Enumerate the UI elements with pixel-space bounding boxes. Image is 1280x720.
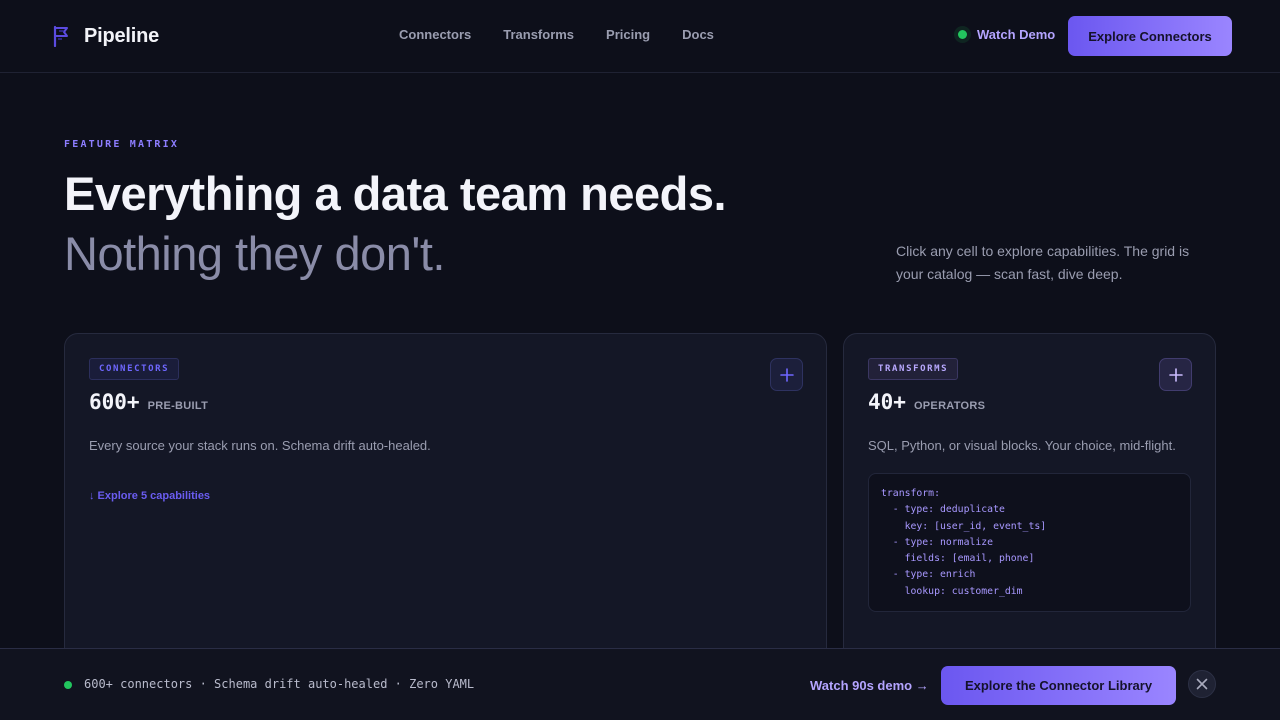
close-icon — [1196, 678, 1208, 690]
headline-secondary: Nothing they don't. — [64, 227, 445, 280]
watch-demo-link[interactable]: Watch Demo — [958, 27, 1055, 42]
connectors-description: Every source your stack runs on. Schema … — [89, 438, 431, 453]
transforms-description: SQL, Python, or visual blocks. Your choi… — [868, 438, 1176, 453]
connectors-stat: 600+ PRE-BUILT — [89, 390, 208, 414]
nav-link-docs[interactable]: Docs — [682, 27, 714, 42]
connectors-tag: CONNECTORS — [89, 358, 180, 380]
sticky-cta-bar: 600+ connectors · Schema drift auto-heal… — [0, 648, 1280, 720]
status-dot — [64, 681, 72, 689]
plus-icon — [1168, 367, 1183, 382]
transforms-stat-unit: OPERATORS — [913, 400, 986, 412]
nav-link-pricing[interactable]: Pricing — [606, 27, 650, 42]
transforms-stat-value: 40+ — [868, 390, 906, 414]
plus-icon — [779, 367, 794, 382]
transforms-tag: TRANSFORMS — [868, 358, 959, 380]
section-eyebrow: FEATURE MATRIX — [64, 139, 180, 150]
pipeline-flag-logo-icon — [53, 25, 68, 47]
headline-primary: Everything a data team needs. — [64, 167, 727, 220]
page: Pipeline Connectors Transforms Pricing D… — [0, 0, 1280, 720]
connectors-expand-button[interactable] — [770, 358, 803, 391]
nav-link-transforms[interactable]: Transforms — [503, 27, 574, 42]
explore-connector-library-button[interactable]: Explore the Connector Library — [941, 666, 1176, 705]
transform-code-snippet: transform: - type: deduplicate key: [use… — [868, 473, 1191, 612]
hero-note: Click any cell to explore capabilities. … — [896, 243, 1190, 282]
brand-name: Pipeline — [84, 24, 160, 47]
watch-demo-label: Watch Demo — [977, 27, 1056, 42]
connectors-stat-unit: PRE-BUILT — [147, 400, 209, 412]
connectors-stat-value: 600+ — [89, 390, 140, 414]
status-summary: 600+ connectors · Schema drift auto-heal… — [84, 677, 475, 691]
live-status-dot — [958, 30, 967, 39]
brand[interactable]: Pipeline — [52, 24, 159, 48]
top-nav: Pipeline Connectors Transforms Pricing D… — [0, 0, 1280, 73]
nav-link-connectors[interactable]: Connectors — [399, 27, 471, 42]
explore-connectors-button[interactable]: Explore Connectors — [1068, 16, 1232, 56]
watch-90s-demo-link[interactable]: Watch 90s demo → — [810, 678, 929, 693]
transforms-stat: 40+ OPERATORS — [868, 390, 985, 414]
main-nav: Connectors Transforms Pricing Docs — [399, 27, 714, 42]
transforms-expand-button[interactable] — [1159, 358, 1192, 391]
dismiss-bar-button[interactable] — [1188, 670, 1216, 698]
explore-capabilities-link[interactable]: ↓ Explore 5 capabilities — [89, 490, 210, 502]
